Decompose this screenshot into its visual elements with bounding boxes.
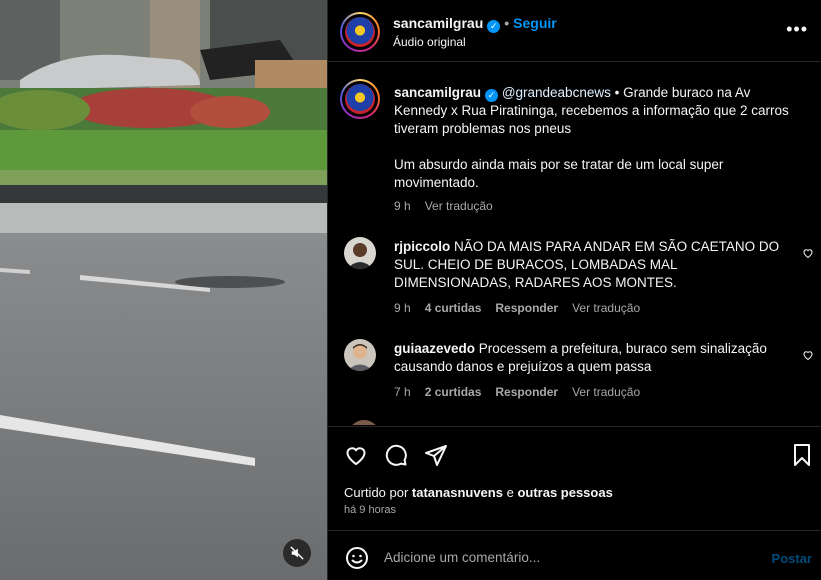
commenter-avatar[interactable] [344,237,376,269]
comment-like-heart-icon[interactable] [802,247,814,259]
video-frame [0,0,327,580]
post-timestamp[interactable]: há 9 horas [344,504,396,516]
translate-link[interactable]: Ver tradução [572,385,640,399]
smiley-icon[interactable] [345,546,369,570]
comment-like-heart-icon[interactable] [802,349,814,361]
likes-summary: Curtido por tatanasnuvens e outras pesso… [344,485,613,500]
comment-body: NÃO DA MAIS PARA ANDAR EM SÃO CAETANO DO… [394,239,780,290]
speaker-muted-icon [290,546,304,560]
caption-body-2: Um absurdo ainda mais por se tratar de u… [394,157,724,190]
mute-toggle-button[interactable] [283,539,311,567]
commenter-avatar[interactable] [344,339,376,371]
post-header: sancamilgrau ✓ • Seguir Áudio original ••• [328,0,821,62]
caption-text: sancamilgrau ✓ @grandeabcnews • Grande bu… [394,84,802,192]
heart-icon[interactable] [344,443,368,467]
comment-time[interactable]: 7 h [394,385,411,399]
audio-link[interactable]: Áudio original [393,35,466,49]
liked-prefix: Curtido por [344,485,412,500]
video-player[interactable] [0,0,327,580]
caption-avatar[interactable] [340,79,380,119]
commenter-avatar-partial[interactable] [348,420,380,425]
liked-and: e [502,485,518,500]
author-username[interactable]: sancamilgrau [393,15,483,31]
post-panel: sancamilgrau ✓ • Seguir Áudio original ••• … [327,0,821,580]
comment-text: guiaazevedo Processem a prefeitura, bura… [394,340,786,376]
verified-badge-icon: ✓ [487,20,501,33]
comment-input[interactable] [384,543,754,571]
comment-meta: 9 h 4 curtidas Responder Ver tradução [394,301,654,315]
caption-mention[interactable]: @grandeabcnews [502,85,611,100]
action-bar: Curtido por tatanasnuvens e outras pesso… [328,426,821,530]
comment-composer: Postar [328,530,821,580]
comment-username[interactable]: rjpiccolo [394,239,450,254]
bookmark-icon[interactable] [790,443,814,467]
reply-button[interactable]: Responder [495,385,558,399]
caption-meta: 9 h Ver tradução [394,199,507,213]
verified-badge-icon: ✓ [485,89,499,102]
comment-text: rjpiccolo NÃO DA MAIS PARA ANDAR EM SÃO … [394,238,786,292]
comment-likes[interactable]: 4 curtidas [425,301,482,315]
comment-meta: 7 h 2 curtidas Responder Ver tradução [394,385,654,399]
more-options-icon[interactable]: ••• [786,20,808,38]
comment-likes[interactable]: 2 curtidas [425,385,482,399]
follow-button[interactable]: Seguir [513,15,557,31]
caption-username[interactable]: sancamilgrau [394,85,481,100]
reply-button[interactable]: Responder [495,301,558,315]
comment-bubble-icon[interactable] [384,443,408,467]
caption-time[interactable]: 9 h [394,199,411,213]
separator-dot: • [504,15,510,31]
comment-time[interactable]: 9 h [394,301,411,315]
comments-list[interactable]: sancamilgrau ✓ @grandeabcnews • Grande bu… [328,63,821,425]
caption-translate-link[interactable]: Ver tradução [425,199,493,213]
liked-user-link[interactable]: tatanasnuvens [412,485,503,500]
author-avatar[interactable] [340,12,380,52]
comment-username[interactable]: guiaazevedo [394,341,475,356]
paper-plane-icon[interactable] [424,443,448,467]
post-dialog: sancamilgrau ✓ • Seguir Áudio original ••• … [0,0,821,580]
post-comment-button[interactable]: Postar [772,551,812,566]
liked-others-link[interactable]: outras pessoas [517,485,612,500]
translate-link[interactable]: Ver tradução [572,301,640,315]
author-line: sancamilgrau ✓ • Seguir [393,15,557,33]
